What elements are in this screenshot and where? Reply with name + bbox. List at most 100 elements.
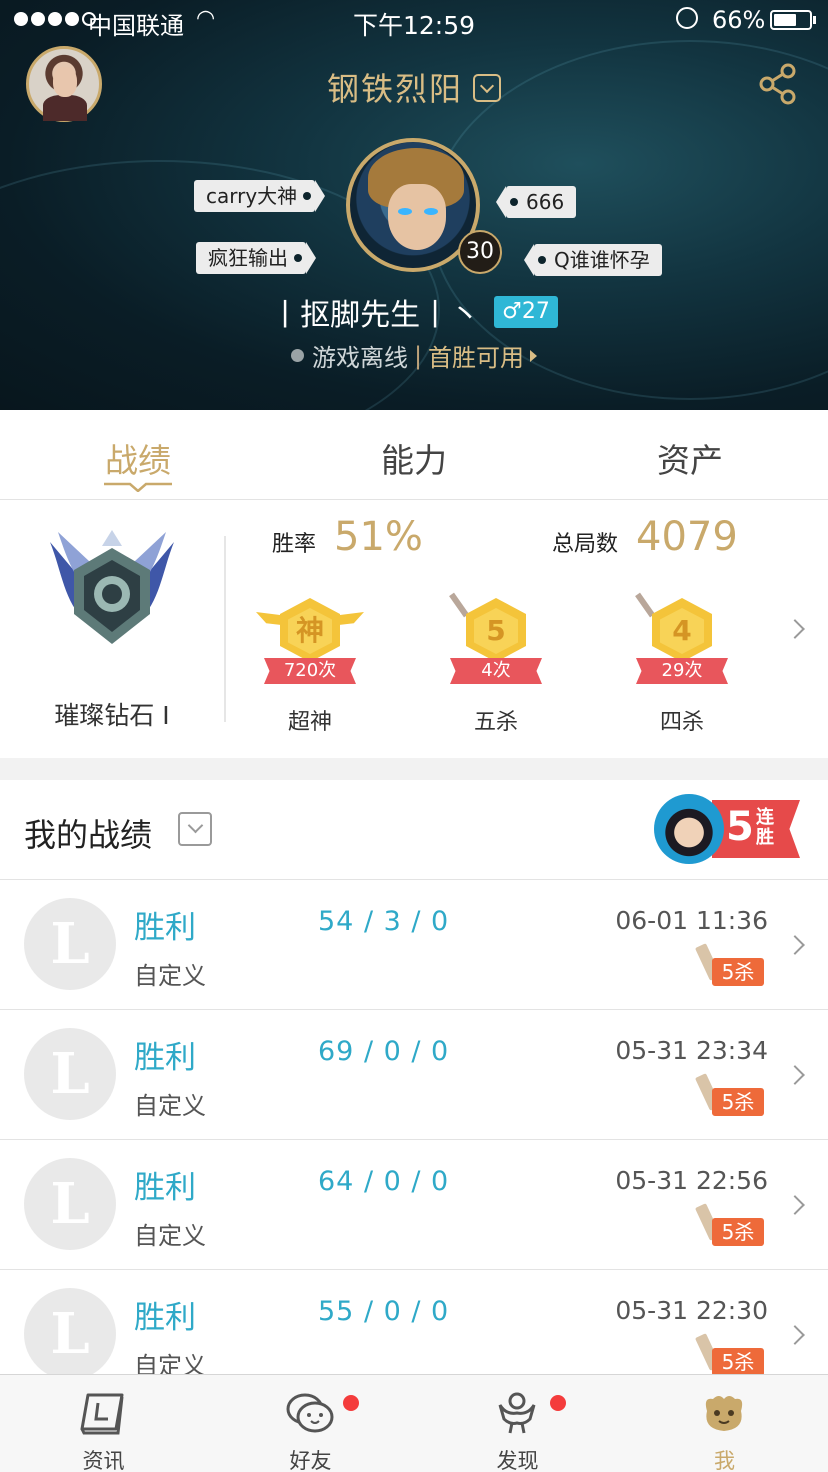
battery-percent: 66% xyxy=(712,6,766,34)
match-mode: 自定义 xyxy=(134,1092,206,1120)
match-kda: 54 / 3 / 0 xyxy=(318,906,450,937)
divider xyxy=(224,536,226,722)
tab-records[interactable]: 战绩 xyxy=(0,434,276,482)
bottom-tab-bar: 资讯 好友 发现 我 xyxy=(0,1374,828,1472)
online-status: 游戏离线 xyxy=(311,344,408,372)
win-rate-label: 胜率 xyxy=(272,532,317,557)
battery-icon xyxy=(770,10,812,30)
filter-dropdown-icon[interactable] xyxy=(178,812,212,846)
discover-icon xyxy=(498,1392,536,1434)
first-win-link[interactable]: 首胜可用 xyxy=(428,344,524,372)
nickname-row: 丨抠脚先生丨丶 ♂27 xyxy=(0,290,828,334)
champion-icon: L xyxy=(24,1288,116,1374)
match-time: 05-31 22:56 xyxy=(615,1166,768,1195)
my-records-title: 我的战绩 xyxy=(24,816,153,854)
tab-active-indicator xyxy=(104,482,172,492)
caret-right-icon xyxy=(530,349,538,362)
chevron-right-icon xyxy=(785,1195,805,1215)
chevron-right-icon[interactable] xyxy=(785,619,805,639)
chevron-right-icon xyxy=(785,1325,805,1345)
tab-assets[interactable]: 资产 xyxy=(552,434,828,482)
gender-age-badge: ♂27 xyxy=(494,296,558,328)
champion-head-icon xyxy=(654,794,724,864)
friends-chat-icon xyxy=(286,1393,334,1433)
medal-label: 五杀 xyxy=(473,710,518,735)
tabbar-news[interactable]: 资讯 xyxy=(0,1375,207,1472)
level-badge: 30 xyxy=(458,230,502,274)
match-time: 05-31 22:30 xyxy=(615,1296,768,1325)
match-list: L 胜利 自定义 54 / 3 / 0 06-01 11:36 5杀 L 胜利 … xyxy=(0,880,828,1374)
match-mode: 自定义 xyxy=(134,1352,206,1374)
server-selector[interactable]: 钢铁烈阳 xyxy=(0,64,828,110)
tabbar-label: 好友 xyxy=(289,1449,332,1472)
tag-bottom-left[interactable]: 疯狂输出 xyxy=(196,242,316,274)
rotation-lock-icon xyxy=(676,7,698,29)
share-icon[interactable] xyxy=(758,62,798,106)
match-kda: 64 / 0 / 0 xyxy=(318,1166,450,1197)
online-status-row: 游戏离线 | 首胜可用 xyxy=(0,338,828,373)
match-row[interactable]: L 胜利 自定义 54 / 3 / 0 06-01 11:36 5杀 xyxy=(0,880,828,1010)
chevron-right-icon xyxy=(785,935,805,955)
match-result: 胜利 xyxy=(134,1300,196,1336)
match-mode: 自定义 xyxy=(134,1222,206,1250)
chevron-down-icon xyxy=(473,74,501,102)
clock: 下午12:59 xyxy=(352,11,476,40)
match-row[interactable]: L 胜利 自定义 64 / 0 / 0 05-31 22:56 5杀 xyxy=(0,1140,828,1270)
quadrakill-medal-icon: 4 29次 xyxy=(622,592,742,692)
win-streak-badge[interactable]: 5 连胜 xyxy=(654,794,800,866)
match-mode: 自定义 xyxy=(134,962,206,990)
stats-card[interactable]: 璀璨钻石 I 胜率 51% 总局数 4079 神 720次 超神 5 4次 五杀… xyxy=(0,500,828,758)
profile-tabs: 战绩 能力 资产 xyxy=(0,410,828,500)
tag-bottom-right[interactable]: Q谁谁怀孕 xyxy=(524,244,662,276)
match-result: 胜利 xyxy=(134,910,196,946)
match-kda: 69 / 0 / 0 xyxy=(318,1036,450,1067)
pentakill-badge: 5杀 xyxy=(694,1073,764,1116)
medal-count: 720次 xyxy=(264,658,356,684)
tabbar-friends[interactable]: 好友 xyxy=(207,1375,414,1472)
nickname: 丨抠脚先生丨丶 xyxy=(270,298,481,333)
match-result: 胜利 xyxy=(134,1170,196,1206)
pentakill-medal-icon: 5 4次 xyxy=(436,592,556,692)
win-rate-value: 51% xyxy=(334,514,423,560)
status-bar: 中国联通 ◠ 下午12:59 66% xyxy=(0,0,828,40)
champion-icon: L xyxy=(24,898,116,990)
tag-top-right[interactable]: 666 xyxy=(495,186,577,218)
pentakill-badge: 5杀 xyxy=(694,1203,764,1246)
match-time: 05-31 23:34 xyxy=(615,1036,768,1065)
me-poro-icon xyxy=(705,1396,743,1431)
news-book-icon xyxy=(80,1393,124,1435)
tabbar-label: 发现 xyxy=(496,1449,539,1472)
match-row[interactable]: L 胜利 自定义 55 / 0 / 0 05-31 22:30 5杀 xyxy=(0,1270,828,1374)
tabbar-discover[interactable]: 发现 xyxy=(414,1375,621,1472)
total-games-label: 总局数 xyxy=(552,532,619,557)
server-name: 钢铁烈阳 xyxy=(326,70,463,108)
tabbar-label: 我 xyxy=(714,1449,735,1472)
medal-count: 29次 xyxy=(636,658,728,684)
diamond-rank-emblem-icon xyxy=(50,530,174,644)
match-row[interactable]: L 胜利 自定义 69 / 0 / 0 05-31 23:34 5杀 xyxy=(0,1010,828,1140)
my-records-header: 我的战绩 5 连胜 xyxy=(0,780,828,880)
match-time: 06-01 11:36 xyxy=(615,906,768,935)
offline-dot-icon xyxy=(290,349,304,362)
rank-name: 璀璨钻石 I xyxy=(54,701,170,730)
pentakill-badge: 5杀 xyxy=(694,943,764,986)
tab-ability[interactable]: 能力 xyxy=(276,434,552,482)
pentakill-badge: 5杀 xyxy=(694,1333,764,1374)
profile-header: 中国联通 ◠ 下午12:59 66% 钢铁烈阳 carry大神 疯狂输出 666… xyxy=(0,0,828,410)
medal-label: 超神 xyxy=(287,710,332,735)
champion-icon: L xyxy=(24,1028,116,1120)
notification-dot xyxy=(550,1395,566,1411)
godlike-medal-icon: 神 720次 xyxy=(250,592,370,692)
total-games-value: 4079 xyxy=(636,514,738,560)
medal-count: 4次 xyxy=(450,658,542,684)
tag-top-left[interactable]: carry大神 xyxy=(194,180,326,212)
champion-icon: L xyxy=(24,1158,116,1250)
tabbar-label: 资讯 xyxy=(82,1449,125,1472)
match-result: 胜利 xyxy=(134,1040,196,1076)
tabbar-me[interactable]: 我 xyxy=(621,1375,828,1472)
match-kda: 55 / 0 / 0 xyxy=(318,1296,450,1327)
streak-text: 连胜 xyxy=(756,807,774,848)
streak-number: 5 xyxy=(726,804,754,850)
chevron-right-icon xyxy=(785,1065,805,1085)
medal-label: 四杀 xyxy=(659,710,704,735)
